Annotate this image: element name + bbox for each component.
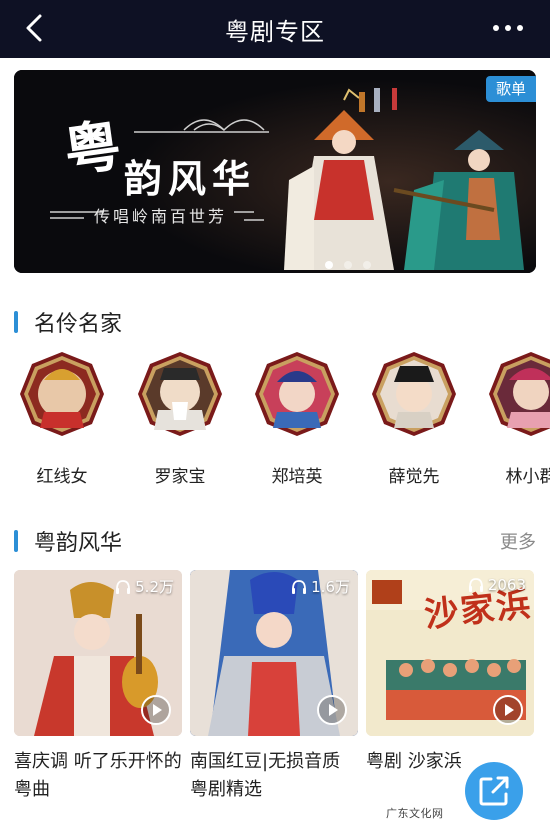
headphones-icon [116, 579, 131, 594]
page-title: 粤剧专区 [225, 18, 325, 46]
play-count-value: 1.6万 [311, 578, 350, 596]
banner-calligraphy-main: 粤 [60, 112, 125, 186]
section-accent-bar [14, 311, 18, 333]
carousel-dot [363, 261, 372, 269]
playlist-card[interactable]: 1.6万 南国红豆|无损音质粤剧精选 [190, 570, 358, 804]
play-count: 5.2万 [114, 576, 174, 597]
playlist-caption: 南国红豆|无损音质粤剧精选 [190, 751, 341, 800]
section-accent-bar [14, 530, 18, 552]
play-count-value: 2063 [487, 576, 526, 594]
artist-avatar [138, 352, 222, 436]
headphones-icon [292, 579, 307, 594]
play-count: 2063 [467, 576, 526, 594]
artist-name: 薛觉先 [388, 467, 440, 487]
playlist-cover: 1.6万 [190, 570, 358, 736]
section-title-playlists: 粤韵风华 [34, 531, 123, 556]
artist-avatar [255, 352, 339, 436]
playlist-cover: 5.2万 [14, 570, 182, 736]
carousel-dot-active [325, 261, 333, 269]
playlist-card[interactable]: 沙家浜 2063 粤剧 沙家浜 [366, 570, 534, 776]
artist-item[interactable]: 薛觉先 [368, 350, 460, 487]
playlist-tag: 歌单 [486, 76, 536, 102]
more-link[interactable]: 更多 [500, 528, 536, 554]
play-icon[interactable] [140, 694, 172, 726]
headphones-icon [468, 578, 483, 592]
playlist-card[interactable]: 5.2万 喜庆调 听了乐开怀的粤曲 [14, 570, 182, 804]
artist-name: 林小群 [505, 467, 550, 487]
play-icon[interactable] [492, 694, 524, 726]
banner-calligraphy-rest: 韵风华 [124, 156, 257, 201]
playlist-cover: 沙家浜 2063 [366, 570, 534, 736]
play-count: 1.6万 [290, 576, 350, 597]
play-icon[interactable] [316, 694, 348, 726]
more-horizontal-icon[interactable] [488, 14, 528, 42]
artist-name: 郑培英 [271, 467, 323, 487]
carousel-dot [344, 261, 353, 269]
artist-item[interactable]: 红线女 [16, 350, 108, 487]
artist-avatar [20, 352, 104, 436]
carousel-indicator [322, 254, 374, 273]
artist-name: 罗家宝 [154, 467, 206, 487]
play-count-value: 5.2万 [135, 578, 174, 596]
artist-item[interactable]: 郑培英 [251, 350, 343, 487]
artist-item[interactable]: 罗家宝 [134, 350, 226, 487]
artist-item[interactable]: 林小群 [485, 350, 550, 487]
banner-subtitle: 传唱岭南百世芳 [94, 207, 228, 226]
playlist-caption: 喜庆调 听了乐开怀的粤曲 [14, 751, 182, 800]
top-navigation-bar: 粤剧专区 [0, 0, 550, 58]
artist-avatar [489, 352, 550, 436]
artist-avatar [372, 352, 456, 436]
section-title-artists: 名伶名家 [34, 312, 123, 337]
artist-name: 红线女 [36, 467, 88, 487]
watermark: 广东文化网 www.gdwh.com.cn [386, 807, 496, 823]
